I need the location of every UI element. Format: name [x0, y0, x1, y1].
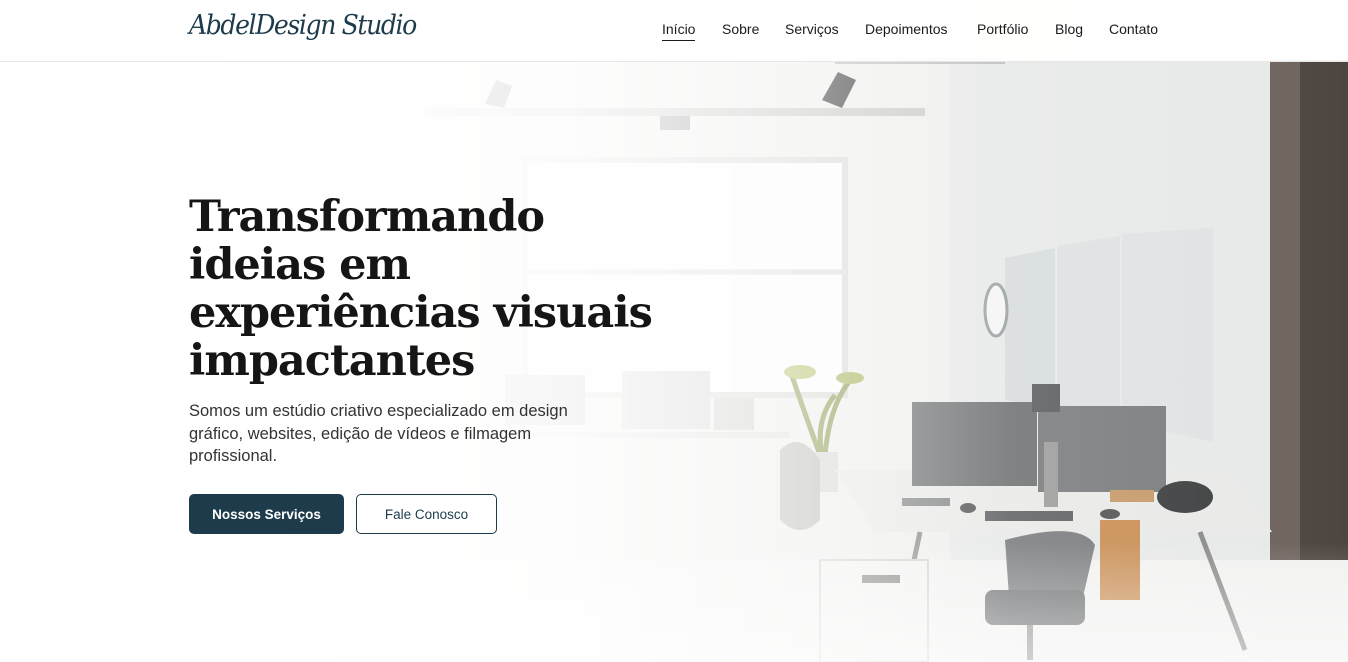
nav-item-servicos[interactable]: Serviços: [785, 20, 839, 40]
nav-item-depoimentos[interactable]: Depoimentos: [865, 20, 948, 40]
hero-title-line: ideias em: [189, 240, 411, 290]
brand-logo[interactable]: AbdelDesign Studio: [189, 6, 417, 54]
nav-item-portfolio[interactable]: Portfólio: [977, 20, 1028, 40]
nav-item-blog[interactable]: Blog: [1055, 20, 1083, 40]
services-button[interactable]: Nossos Serviços: [189, 494, 344, 534]
contact-button[interactable]: Fale Conosco: [356, 494, 497, 534]
nav-item-sobre[interactable]: Sobre: [722, 20, 759, 40]
hero-title-line: impactantes: [189, 336, 475, 386]
nav-item-inicio[interactable]: Início: [662, 20, 696, 41]
hero-subtitle: Somos um estúdio criativo especializado …: [189, 402, 568, 465]
hero-title-line: experiências visuais: [189, 288, 653, 338]
nav-item-contato[interactable]: Contato: [1109, 20, 1158, 40]
hero-title: Transformando ideias em experiências vis…: [189, 193, 659, 385]
hero-title-line: Transformando: [189, 192, 545, 242]
site-header: AbdelDesign Studio Início Sobre Serviços…: [0, 0, 1348, 62]
